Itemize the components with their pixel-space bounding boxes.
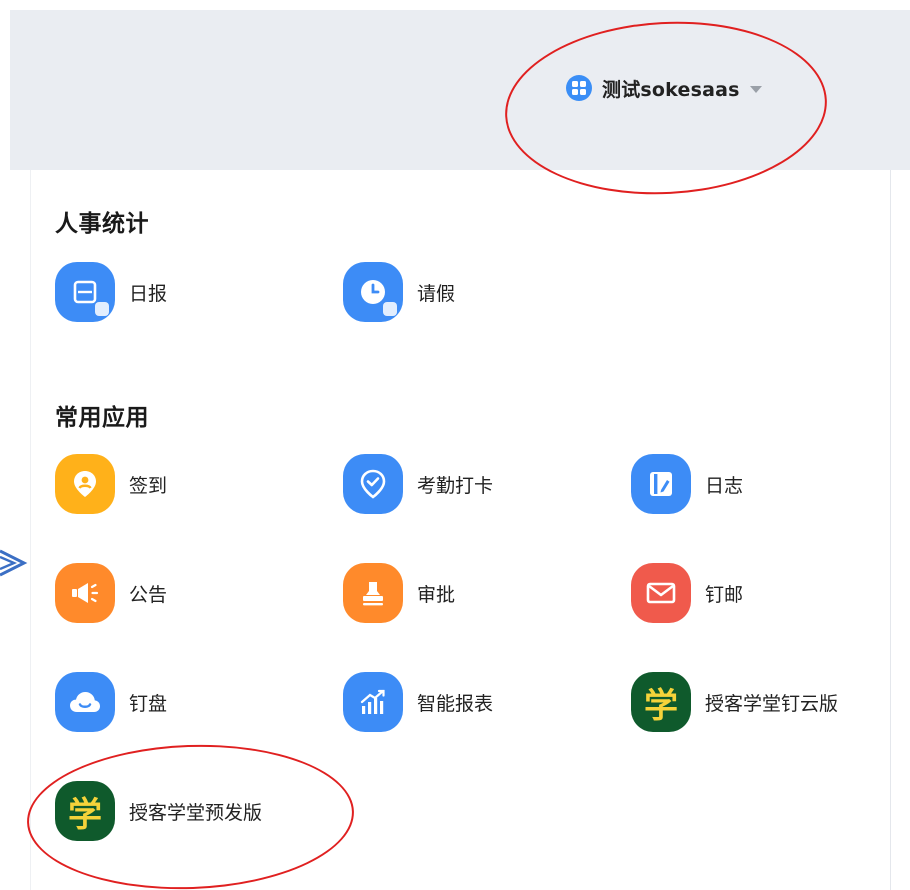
app-label: 公告 <box>129 583 168 606</box>
attendance-check-icon <box>343 454 403 514</box>
app-mail[interactable]: 钉邮 <box>631 561 743 625</box>
badge-icon <box>383 302 397 316</box>
report-chart-icon <box>343 672 403 732</box>
academy-logo-glyph: 学 <box>68 794 102 835</box>
app-label: 授客学堂预发版 <box>129 801 263 824</box>
app-attendance[interactable]: 考勤打卡 <box>343 452 493 516</box>
app-label: 日报 <box>129 282 168 305</box>
app-label: 智能报表 <box>417 692 494 715</box>
app-checkin[interactable]: 签到 <box>55 452 167 516</box>
app-label: 授客学堂钉云版 <box>705 692 839 715</box>
workbench-page: 测试sokesaas 人事统计 日报 请假 常用应用 签到 考勤打卡 日志 公告… <box>0 0 910 890</box>
app-approval[interactable]: 审批 <box>343 561 455 625</box>
app-label: 请假 <box>417 282 456 305</box>
app-log[interactable]: 日志 <box>631 452 743 516</box>
mail-envelope-icon <box>631 563 691 623</box>
announcement-megaphone-icon <box>55 563 115 623</box>
app-cloud-drive[interactable]: 钉盘 <box>55 670 167 734</box>
app-academy-preview[interactable]: 学 授客学堂预发版 <box>55 779 262 843</box>
app-label: 签到 <box>129 474 168 497</box>
app-smart-report[interactable]: 智能报表 <box>343 670 493 734</box>
content-left-border <box>30 170 31 890</box>
checkin-location-icon <box>55 454 115 514</box>
approval-stamp-icon <box>343 563 403 623</box>
app-leave[interactable]: 请假 <box>343 260 455 324</box>
leave-clock-icon <box>343 262 403 322</box>
app-label: 考勤打卡 <box>417 474 494 497</box>
app-label: 日志 <box>705 474 744 497</box>
caret-down-icon <box>749 85 762 93</box>
cloud-drive-icon <box>55 672 115 732</box>
org-name: 测试sokesaas <box>602 78 740 101</box>
content-right-border <box>890 170 891 890</box>
arrow-right-icon <box>0 549 28 577</box>
section-title-hr-stats: 人事统计 <box>55 211 149 237</box>
section-title-common-apps: 常用应用 <box>55 405 149 431</box>
daily-report-icon <box>55 262 115 322</box>
app-academy-cloud[interactable]: 学 授客学堂钉云版 <box>631 670 838 734</box>
academy-logo-glyph: 学 <box>644 685 678 726</box>
app-announcement[interactable]: 公告 <box>55 561 167 625</box>
app-label: 钉邮 <box>705 583 744 606</box>
xue-academy-icon: 学 <box>55 781 115 841</box>
app-label: 钉盘 <box>129 692 168 715</box>
log-book-icon <box>631 454 691 514</box>
org-grid-icon <box>566 75 592 101</box>
app-daily-report[interactable]: 日报 <box>55 260 167 324</box>
badge-icon <box>95 302 109 316</box>
header-bar <box>10 10 910 170</box>
xue-academy-icon: 学 <box>631 672 691 732</box>
org-switcher[interactable]: 测试sokesaas <box>566 74 762 102</box>
app-label: 审批 <box>417 583 456 606</box>
